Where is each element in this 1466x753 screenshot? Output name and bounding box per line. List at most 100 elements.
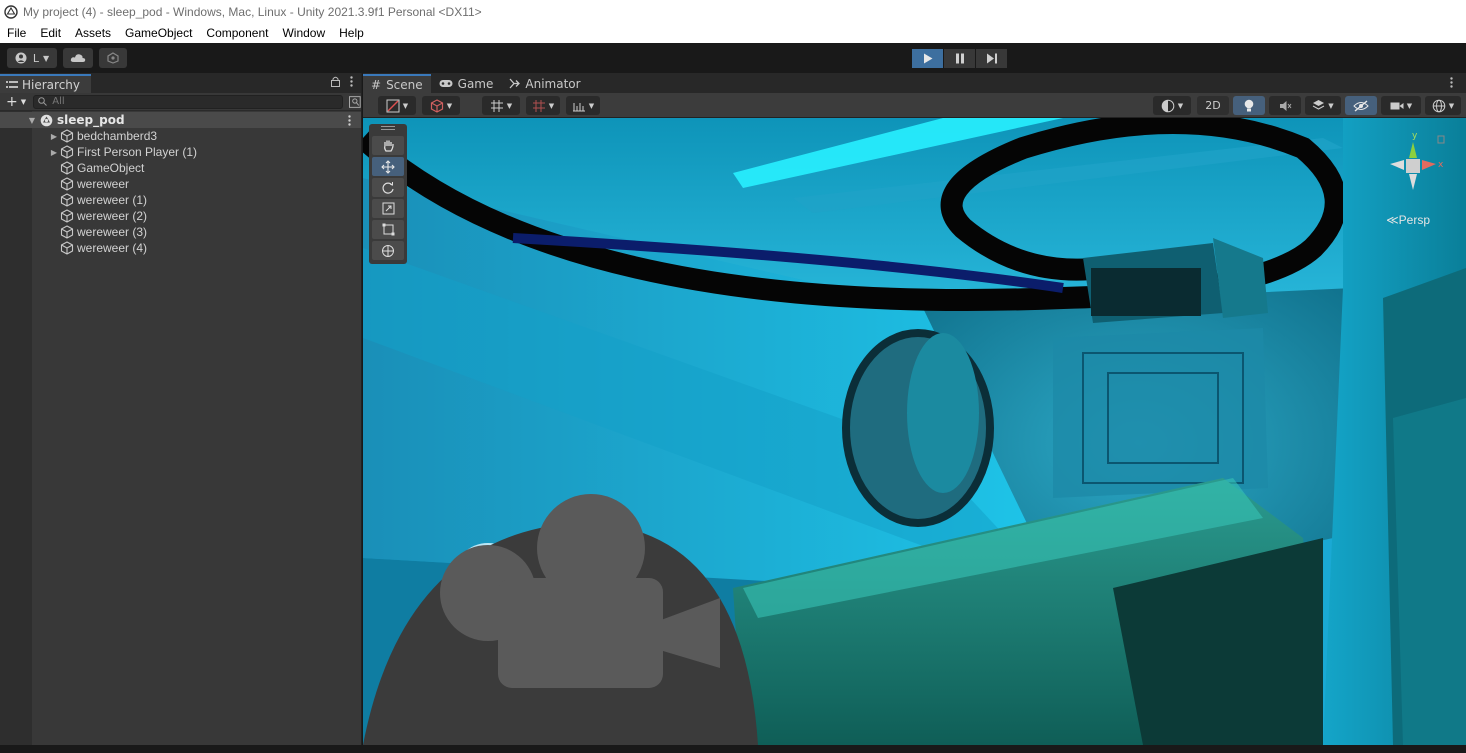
chevron-down-icon: ▼ bbox=[20, 97, 27, 106]
tab-scene[interactable]: # Scene bbox=[363, 74, 431, 93]
scene-visibility-toggle[interactable] bbox=[1345, 96, 1377, 115]
gameobject-cube-icon bbox=[60, 129, 74, 143]
ruler-button[interactable]: ▼ bbox=[566, 96, 600, 115]
scene-name: sleep_pod bbox=[57, 113, 125, 127]
title-bar: My project (4) - sleep_pod - Windows, Ma… bbox=[0, 0, 1466, 23]
tab-hierarchy[interactable]: Hierarchy bbox=[0, 74, 91, 93]
account-label: L bbox=[32, 51, 39, 65]
play-controls bbox=[912, 49, 1008, 68]
bottom-panel-edge bbox=[0, 745, 1466, 753]
more-options-icon[interactable] bbox=[348, 114, 351, 126]
tree-item[interactable]: wereweer bbox=[60, 176, 129, 192]
step-icon bbox=[986, 53, 997, 64]
render-mode-button[interactable]: ▼ bbox=[422, 96, 460, 115]
hand-tool[interactable] bbox=[372, 136, 404, 155]
camera-settings-button[interactable]: ▼ bbox=[1381, 96, 1421, 115]
chevron-down-icon: ▼ bbox=[1406, 101, 1413, 110]
chevron-down-icon: ▼ bbox=[506, 101, 513, 110]
mode-2d-label: 2D bbox=[1205, 99, 1221, 112]
lock-icon[interactable] bbox=[331, 76, 340, 87]
chevron-down-icon: ▼ bbox=[1448, 101, 1455, 110]
tree-item[interactable]: GameObject bbox=[60, 160, 144, 176]
effects-button[interactable]: ▼ bbox=[1305, 96, 1341, 115]
cloud-button[interactable] bbox=[63, 48, 93, 68]
animator-icon bbox=[509, 78, 521, 89]
hierarchy-tree: ▼ sleep_pod ▶ bedchamberd3 ▶ First Perso… bbox=[0, 111, 361, 752]
tree-item[interactable]: ▶ bedchamberd3 bbox=[48, 128, 157, 144]
increment-snap-button[interactable]: ▼ bbox=[526, 96, 560, 115]
menu-component[interactable]: Component bbox=[199, 26, 275, 40]
tree-item[interactable]: wereweer (3) bbox=[60, 224, 147, 240]
move-tool[interactable] bbox=[372, 157, 404, 176]
scale-tool[interactable] bbox=[372, 199, 404, 218]
chevron-down-icon: ▼ bbox=[1328, 101, 1334, 110]
tab-game[interactable]: Game bbox=[431, 74, 502, 93]
sphere-icon bbox=[1161, 99, 1175, 112]
play-button[interactable] bbox=[912, 49, 943, 68]
step-button[interactable] bbox=[976, 49, 1007, 68]
cloud-icon bbox=[70, 54, 86, 62]
eye-hidden-icon bbox=[1353, 99, 1369, 112]
scene-viewport[interactable]: y x ≪Persp bbox=[363, 118, 1466, 745]
tree-item-label: bedchamberd3 bbox=[77, 129, 158, 143]
draw-mode-button[interactable]: ▼ bbox=[378, 96, 416, 115]
tree-item[interactable]: wereweer (4) bbox=[60, 240, 147, 256]
more-options-icon[interactable] bbox=[350, 76, 353, 87]
lighting-toggle[interactable] bbox=[1233, 96, 1265, 115]
gizmos-button[interactable]: ▼ bbox=[1425, 96, 1461, 115]
chevron-down-icon: ▼ bbox=[588, 101, 595, 110]
menu-file[interactable]: File bbox=[0, 26, 33, 40]
camera-icon bbox=[1390, 102, 1404, 109]
scene-toolbar: ▼ ▼ ▼ ▼ ▼ ▼ 2D ▼ ▼ ▼ bbox=[363, 93, 1466, 118]
collab-button[interactable] bbox=[99, 48, 127, 68]
search-options-icon[interactable] bbox=[349, 95, 361, 108]
tab-label: Animator bbox=[525, 76, 581, 91]
hand-icon bbox=[383, 140, 394, 152]
menu-help[interactable]: Help bbox=[332, 26, 371, 40]
lightbulb-icon bbox=[1244, 99, 1254, 111]
shading-button[interactable]: ▼ bbox=[1153, 96, 1191, 115]
gameobject-cube-icon bbox=[60, 145, 74, 159]
create-button[interactable]: + ▼ bbox=[0, 94, 33, 110]
tree-item[interactable]: wereweer (2) bbox=[60, 208, 147, 224]
projection-text: Persp bbox=[1398, 213, 1430, 227]
menu-assets[interactable]: Assets bbox=[68, 26, 118, 40]
search-input[interactable]: All bbox=[33, 94, 344, 109]
mode-2d-button[interactable]: 2D bbox=[1197, 96, 1229, 115]
tree-item-label: wereweer bbox=[77, 177, 130, 191]
unity-scene-icon bbox=[40, 114, 53, 126]
menu-window[interactable]: Window bbox=[275, 26, 332, 40]
chevron-down-icon: ▼ bbox=[548, 101, 555, 110]
tab-animator[interactable]: Animator bbox=[501, 74, 588, 93]
tree-item[interactable]: ▶ First Person Player (1) bbox=[48, 144, 197, 160]
grid-icon: # bbox=[371, 77, 382, 92]
audio-toggle[interactable] bbox=[1269, 96, 1301, 115]
hierarchy-tabbar: Hierarchy bbox=[0, 73, 361, 93]
projection-label[interactable]: ≪Persp bbox=[1386, 213, 1430, 227]
gameobject-cube-icon bbox=[60, 225, 74, 239]
expand-arrow-icon[interactable]: ▶ bbox=[48, 132, 60, 141]
pause-button[interactable] bbox=[944, 49, 975, 68]
rotate-tool[interactable] bbox=[372, 178, 404, 197]
menu-bar: File Edit Assets GameObject Component Wi… bbox=[0, 23, 1466, 43]
menu-gameobject[interactable]: GameObject bbox=[118, 26, 199, 40]
tree-item[interactable]: wereweer (1) bbox=[60, 192, 147, 208]
scene-root-row[interactable]: ▼ sleep_pod bbox=[0, 112, 361, 128]
expand-arrow-icon[interactable]: ▼ bbox=[0, 116, 38, 125]
svg-text:x: x bbox=[1438, 160, 1444, 170]
increment-snap-icon bbox=[532, 99, 545, 112]
search-placeholder: All bbox=[52, 96, 65, 107]
rect-transform-icon bbox=[382, 223, 394, 236]
more-options-icon[interactable] bbox=[1450, 77, 1453, 88]
expand-arrow-icon[interactable]: ▶ bbox=[48, 148, 60, 157]
grid-snap-button[interactable]: ▼ bbox=[482, 96, 520, 115]
rect-tool[interactable] bbox=[372, 220, 404, 239]
hierarchy-panel: Hierarchy + ▼ All ▼ sleep_pod ▶ bedchamb… bbox=[0, 73, 362, 753]
gameobject-cube-icon bbox=[60, 209, 74, 223]
orientation-gizmo[interactable]: y x bbox=[1376, 130, 1446, 210]
account-button[interactable]: L ▼ bbox=[7, 48, 57, 68]
hierarchy-gutter bbox=[0, 111, 32, 752]
menu-edit[interactable]: Edit bbox=[33, 26, 68, 40]
unity-logo-icon bbox=[4, 4, 18, 19]
transform-tool[interactable] bbox=[372, 241, 404, 260]
